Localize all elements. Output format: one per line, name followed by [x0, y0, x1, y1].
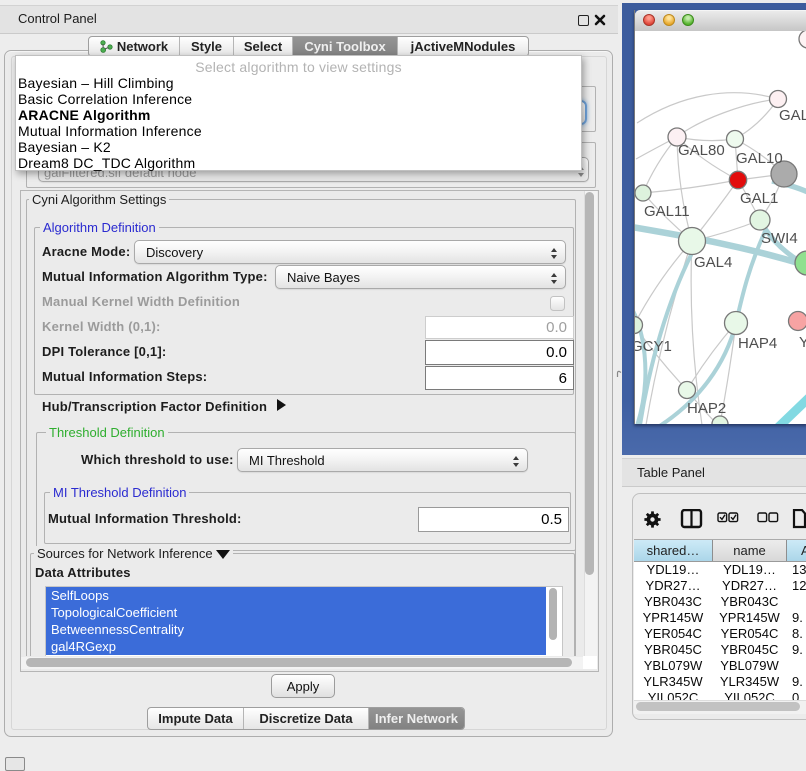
svg-text:GAL1: GAL1 — [740, 190, 778, 207]
svg-text:GAL7: GAL7 — [779, 107, 806, 124]
svg-text:GAL11: GAL11 — [644, 203, 690, 220]
svg-text:HAP2: HAP2 — [687, 400, 726, 417]
svg-text:YM: YM — [799, 334, 806, 351]
svg-text:GCY1: GCY1 — [635, 338, 672, 355]
svg-text:HAP4: HAP4 — [738, 335, 777, 352]
svg-text:GAL4: GAL4 — [694, 254, 732, 271]
svg-text:GAL10: GAL10 — [736, 150, 783, 167]
svg-text:GAL80: GAL80 — [678, 142, 725, 159]
svg-text:SWI4: SWI4 — [761, 230, 798, 247]
